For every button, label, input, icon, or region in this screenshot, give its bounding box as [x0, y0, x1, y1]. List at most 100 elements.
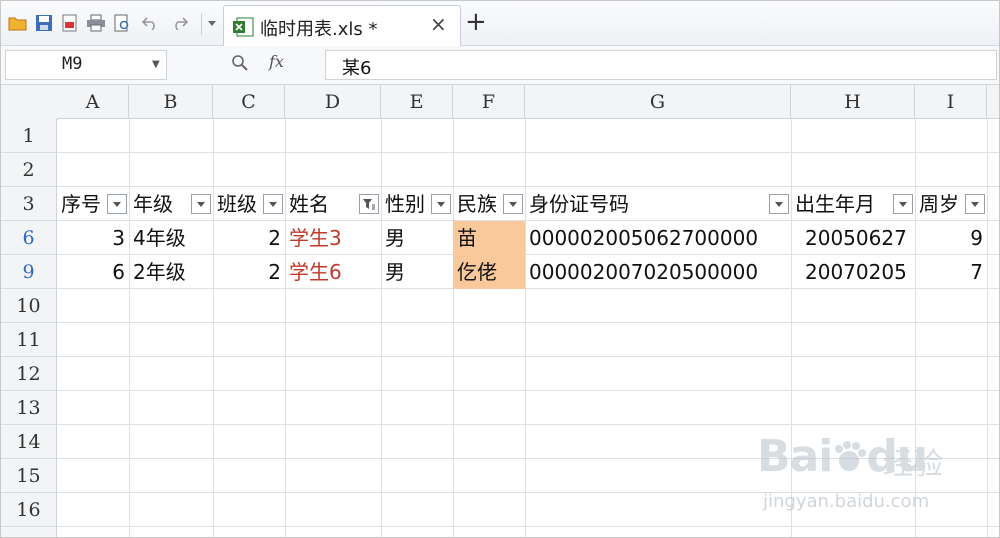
data-cell-d-r2[interactable]: 学生6	[285, 255, 381, 289]
dropdown-arrow-icon	[509, 202, 517, 207]
row-header-12[interactable]: 12	[1, 357, 57, 391]
grid-row-line	[57, 526, 999, 527]
data-cell-e-r1[interactable]: 男	[381, 221, 453, 255]
column-header-d[interactable]: D	[285, 85, 381, 119]
filter-dropdown-button[interactable]	[263, 194, 283, 214]
tab-file-name: 临时用表.xls *	[260, 19, 378, 40]
column-header-j[interactable]	[987, 85, 999, 119]
find-function-icon[interactable]	[231, 54, 249, 76]
formula-input[interactable]: 某6	[325, 50, 997, 80]
dropdown-arrow-icon	[775, 202, 783, 207]
data-cell-h-r2[interactable]: 20070205	[791, 255, 915, 289]
data-cell-b-r1[interactable]: 4年级	[129, 221, 213, 255]
dropdown-arrow-icon	[113, 202, 121, 207]
row-header-2[interactable]: 2	[1, 153, 57, 187]
export-pdf-icon[interactable]	[59, 11, 81, 35]
formula-bar: M9 ▼ fx 某6	[1, 46, 999, 85]
filter-dropdown-button[interactable]	[893, 194, 913, 214]
column-header-b[interactable]: B	[129, 85, 213, 119]
grid-row-line	[57, 152, 999, 153]
filter-dropdown-button[interactable]	[191, 194, 211, 214]
grid-row-line	[57, 390, 999, 391]
filter-dropdown-button[interactable]	[431, 194, 451, 214]
data-cell-e-r2[interactable]: 男	[381, 255, 453, 289]
filter-funnel-icon	[363, 199, 375, 210]
data-cell-d-r1[interactable]: 学生3	[285, 221, 381, 255]
header-cell-h[interactable]: 出生年月	[791, 187, 891, 221]
excel-file-icon	[232, 17, 254, 41]
active-filter-button[interactable]	[359, 194, 379, 214]
filter-dropdown-button[interactable]	[503, 194, 523, 214]
name-box-dropdown-icon[interactable]: ▼	[152, 59, 160, 70]
column-header-e[interactable]: E	[381, 85, 453, 119]
watermark-url: jingyan.baidu.com	[763, 491, 930, 512]
select-all-corner[interactable]	[1, 85, 58, 120]
grid-row-line	[57, 424, 999, 425]
undo-icon[interactable]	[139, 11, 161, 35]
filter-dropdown-button[interactable]	[965, 194, 985, 214]
header-cell-f[interactable]: 民族	[453, 187, 501, 221]
insert-function-icon[interactable]: fx	[269, 52, 284, 71]
toolbar-separator	[201, 13, 202, 35]
column-header-a[interactable]: A	[57, 85, 129, 119]
data-cell-a-r1[interactable]: 3	[57, 221, 129, 255]
save-icon[interactable]	[33, 11, 55, 35]
column-header-i[interactable]: I	[915, 85, 987, 119]
row-header-9[interactable]: 9	[1, 255, 57, 289]
data-cell-c-r1[interactable]: 2	[213, 221, 285, 255]
row-header-partial[interactable]	[1, 527, 57, 537]
title-bar: 临时用表.xls * × +	[1, 1, 999, 46]
column-header-h[interactable]: H	[791, 85, 915, 119]
dropdown-arrow-icon	[269, 202, 277, 207]
header-cell-b[interactable]: 年级	[129, 187, 189, 221]
grid-row-line	[57, 322, 999, 323]
header-cell-c[interactable]: 班级	[213, 187, 261, 221]
redo-icon[interactable]	[169, 11, 191, 35]
row-header-16[interactable]: 16	[1, 493, 57, 527]
header-cell-d[interactable]: 姓名	[285, 187, 357, 221]
column-header-c[interactable]: C	[213, 85, 285, 119]
row-header-6[interactable]: 6	[1, 221, 57, 255]
row-header-14[interactable]: 14	[1, 425, 57, 459]
header-cell-i[interactable]: 周岁	[915, 187, 963, 221]
row-header-10[interactable]: 10	[1, 289, 57, 323]
grid-col-line	[381, 119, 382, 537]
name-box-value: M9	[62, 54, 83, 74]
data-cell-a-r2[interactable]: 6	[57, 255, 129, 289]
row-header-15[interactable]: 15	[1, 459, 57, 493]
row-header-3[interactable]: 3	[1, 187, 57, 221]
data-cell-g-r2[interactable]: 000002007020500000	[525, 255, 791, 289]
column-header-g[interactable]: G	[525, 85, 791, 119]
row-header-11[interactable]: 11	[1, 323, 57, 357]
header-cell-a[interactable]: 序号	[57, 187, 105, 221]
data-cell-i-r2[interactable]: 7	[915, 255, 987, 289]
filter-dropdown-button[interactable]	[769, 194, 789, 214]
dropdown-arrow-icon	[197, 202, 205, 207]
header-cell-g[interactable]: 身份证号码	[525, 187, 767, 221]
tab-close-icon[interactable]: ×	[430, 12, 447, 36]
filter-dropdown-button[interactable]	[107, 194, 127, 214]
name-box[interactable]: M9 ▼	[5, 50, 167, 80]
data-cell-h-r1[interactable]: 20050627	[791, 221, 915, 255]
row-header-13[interactable]: 13	[1, 391, 57, 425]
dropdown-arrow-icon	[971, 202, 979, 207]
data-cell-i-r1[interactable]: 9	[915, 221, 987, 255]
data-cell-g-r1[interactable]: 000002005062700000	[525, 221, 791, 255]
data-cell-c-r2[interactable]: 2	[213, 255, 285, 289]
open-folder-icon[interactable]	[7, 11, 29, 35]
document-tab[interactable]: 临时用表.xls * ×	[223, 5, 461, 46]
new-tab-icon[interactable]: +	[465, 7, 487, 37]
dropdown-arrow-icon	[437, 202, 445, 207]
grid-row-line	[57, 356, 999, 357]
print-preview-icon[interactable]	[111, 11, 133, 35]
row-header-1[interactable]: 1	[1, 119, 57, 153]
column-header-f[interactable]: F	[453, 85, 525, 119]
grid-col-line	[987, 119, 988, 537]
print-icon[interactable]	[85, 11, 107, 35]
quick-access-dropdown-icon[interactable]	[205, 11, 219, 35]
header-cell-e[interactable]: 性别	[381, 187, 429, 221]
data-cell-f-r1[interactable]: 苗	[453, 221, 525, 255]
grid-col-line	[525, 119, 526, 537]
data-cell-f-r2[interactable]: 仡佬	[453, 255, 525, 289]
data-cell-b-r2[interactable]: 2年级	[129, 255, 213, 289]
